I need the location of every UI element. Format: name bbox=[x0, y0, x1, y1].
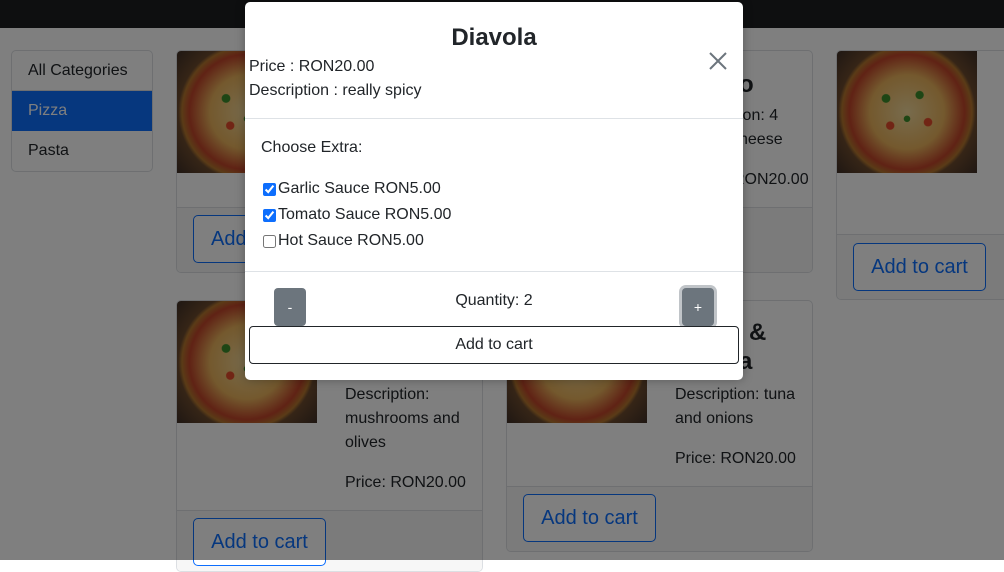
modal-price: Price : RON20.00 bbox=[249, 58, 375, 75]
extra-hot-sauce[interactable]: Hot Sauce RON5.00 bbox=[263, 231, 424, 251]
quantity-display: Quantity: 2 bbox=[455, 292, 533, 309]
extra-label: Garlic Sauce RON5.00 bbox=[278, 180, 441, 197]
modal-description: Description : really spicy bbox=[249, 82, 422, 99]
extra-tomato-sauce[interactable]: Tomato Sauce RON5.00 bbox=[263, 205, 451, 225]
extra-label: Tomato Sauce RON5.00 bbox=[278, 206, 452, 223]
extra-garlic-sauce[interactable]: Garlic Sauce RON5.00 bbox=[263, 179, 441, 199]
extras-heading: Choose Extra: bbox=[261, 139, 363, 156]
divider bbox=[245, 271, 743, 272]
tomato-sauce-checkbox[interactable] bbox=[263, 208, 276, 222]
modal-title: Diavola bbox=[451, 24, 537, 51]
increase-quantity-button[interactable]: + bbox=[682, 288, 714, 326]
close-icon[interactable] bbox=[707, 50, 729, 72]
modal-add-to-cart-button[interactable]: Add to cart bbox=[249, 326, 739, 364]
product-modal: Diavola Price : RON20.00 Description : r… bbox=[245, 2, 743, 380]
extra-label: Hot Sauce RON5.00 bbox=[278, 232, 424, 249]
garlic-sauce-checkbox[interactable] bbox=[263, 182, 276, 196]
divider bbox=[245, 118, 743, 119]
hot-sauce-checkbox[interactable] bbox=[263, 234, 276, 248]
